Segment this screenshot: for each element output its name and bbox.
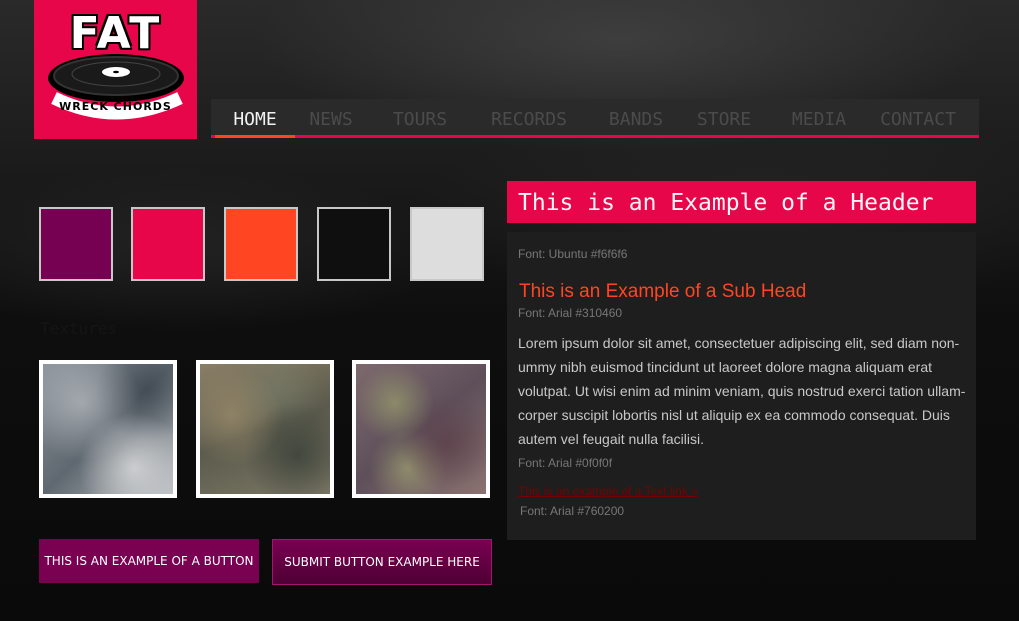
body-font-note: Font: Arial #0f0f0f bbox=[518, 456, 613, 470]
typography-panel: Font: Ubuntu #f6f6f6 This is an Example … bbox=[507, 232, 976, 540]
nav-item-records[interactable]: RECORDS bbox=[477, 99, 581, 135]
body-text-example: Lorem ipsum dolor sit amet, consectetuer… bbox=[518, 335, 966, 447]
nav-item-contact[interactable]: CONTACT bbox=[871, 99, 965, 135]
color-swatch-black bbox=[317, 207, 391, 281]
color-swatch-light-gray bbox=[410, 207, 484, 281]
link-font-note: Font: Arial #760200 bbox=[520, 504, 625, 518]
header-font-note: Font: Ubuntu #f6f6f6 bbox=[518, 247, 628, 261]
logo-title: FAT bbox=[69, 8, 162, 59]
nav-item-media[interactable]: MEDIA bbox=[783, 99, 855, 135]
example-button[interactable]: THIS IS AN EXAMPLE OF A BUTTON bbox=[39, 539, 259, 583]
textures-label: Textures bbox=[40, 319, 118, 338]
nav-item-news[interactable]: NEWS bbox=[295, 99, 367, 135]
texture-lichen-stone bbox=[352, 360, 490, 498]
header-example-text: This is an Example of a Header bbox=[518, 190, 934, 216]
texture-concrete bbox=[39, 360, 177, 498]
color-swatch-pink bbox=[131, 207, 205, 281]
nav-item-store[interactable]: STORE bbox=[688, 99, 760, 135]
main-nav: HOME NEWS TOURS RECORDS BANDS STORE MEDI… bbox=[211, 99, 979, 138]
site-logo[interactable]: FAT WRECK CHORDS bbox=[34, 0, 197, 139]
header-example-bar: This is an Example of a Header bbox=[507, 181, 976, 223]
logo-subtitle: WRECK CHORDS bbox=[59, 100, 172, 113]
nav-item-home[interactable]: HOME bbox=[215, 99, 295, 138]
color-swatch-orange bbox=[224, 207, 298, 281]
text-link-example[interactable]: This is an example of a Text link » bbox=[518, 484, 698, 498]
submit-button[interactable]: SUBMIT BUTTON EXAMPLE HERE bbox=[272, 539, 492, 585]
nav-item-bands[interactable]: BANDS bbox=[598, 99, 674, 135]
subhead-example: This is an Example of a Sub Head bbox=[519, 281, 807, 302]
texture-rust-metal bbox=[196, 360, 334, 498]
subhead-font-note: Font: Arial #310460 bbox=[518, 306, 623, 320]
color-swatch-purple bbox=[39, 207, 113, 281]
nav-item-tours[interactable]: TOURS bbox=[378, 99, 462, 135]
